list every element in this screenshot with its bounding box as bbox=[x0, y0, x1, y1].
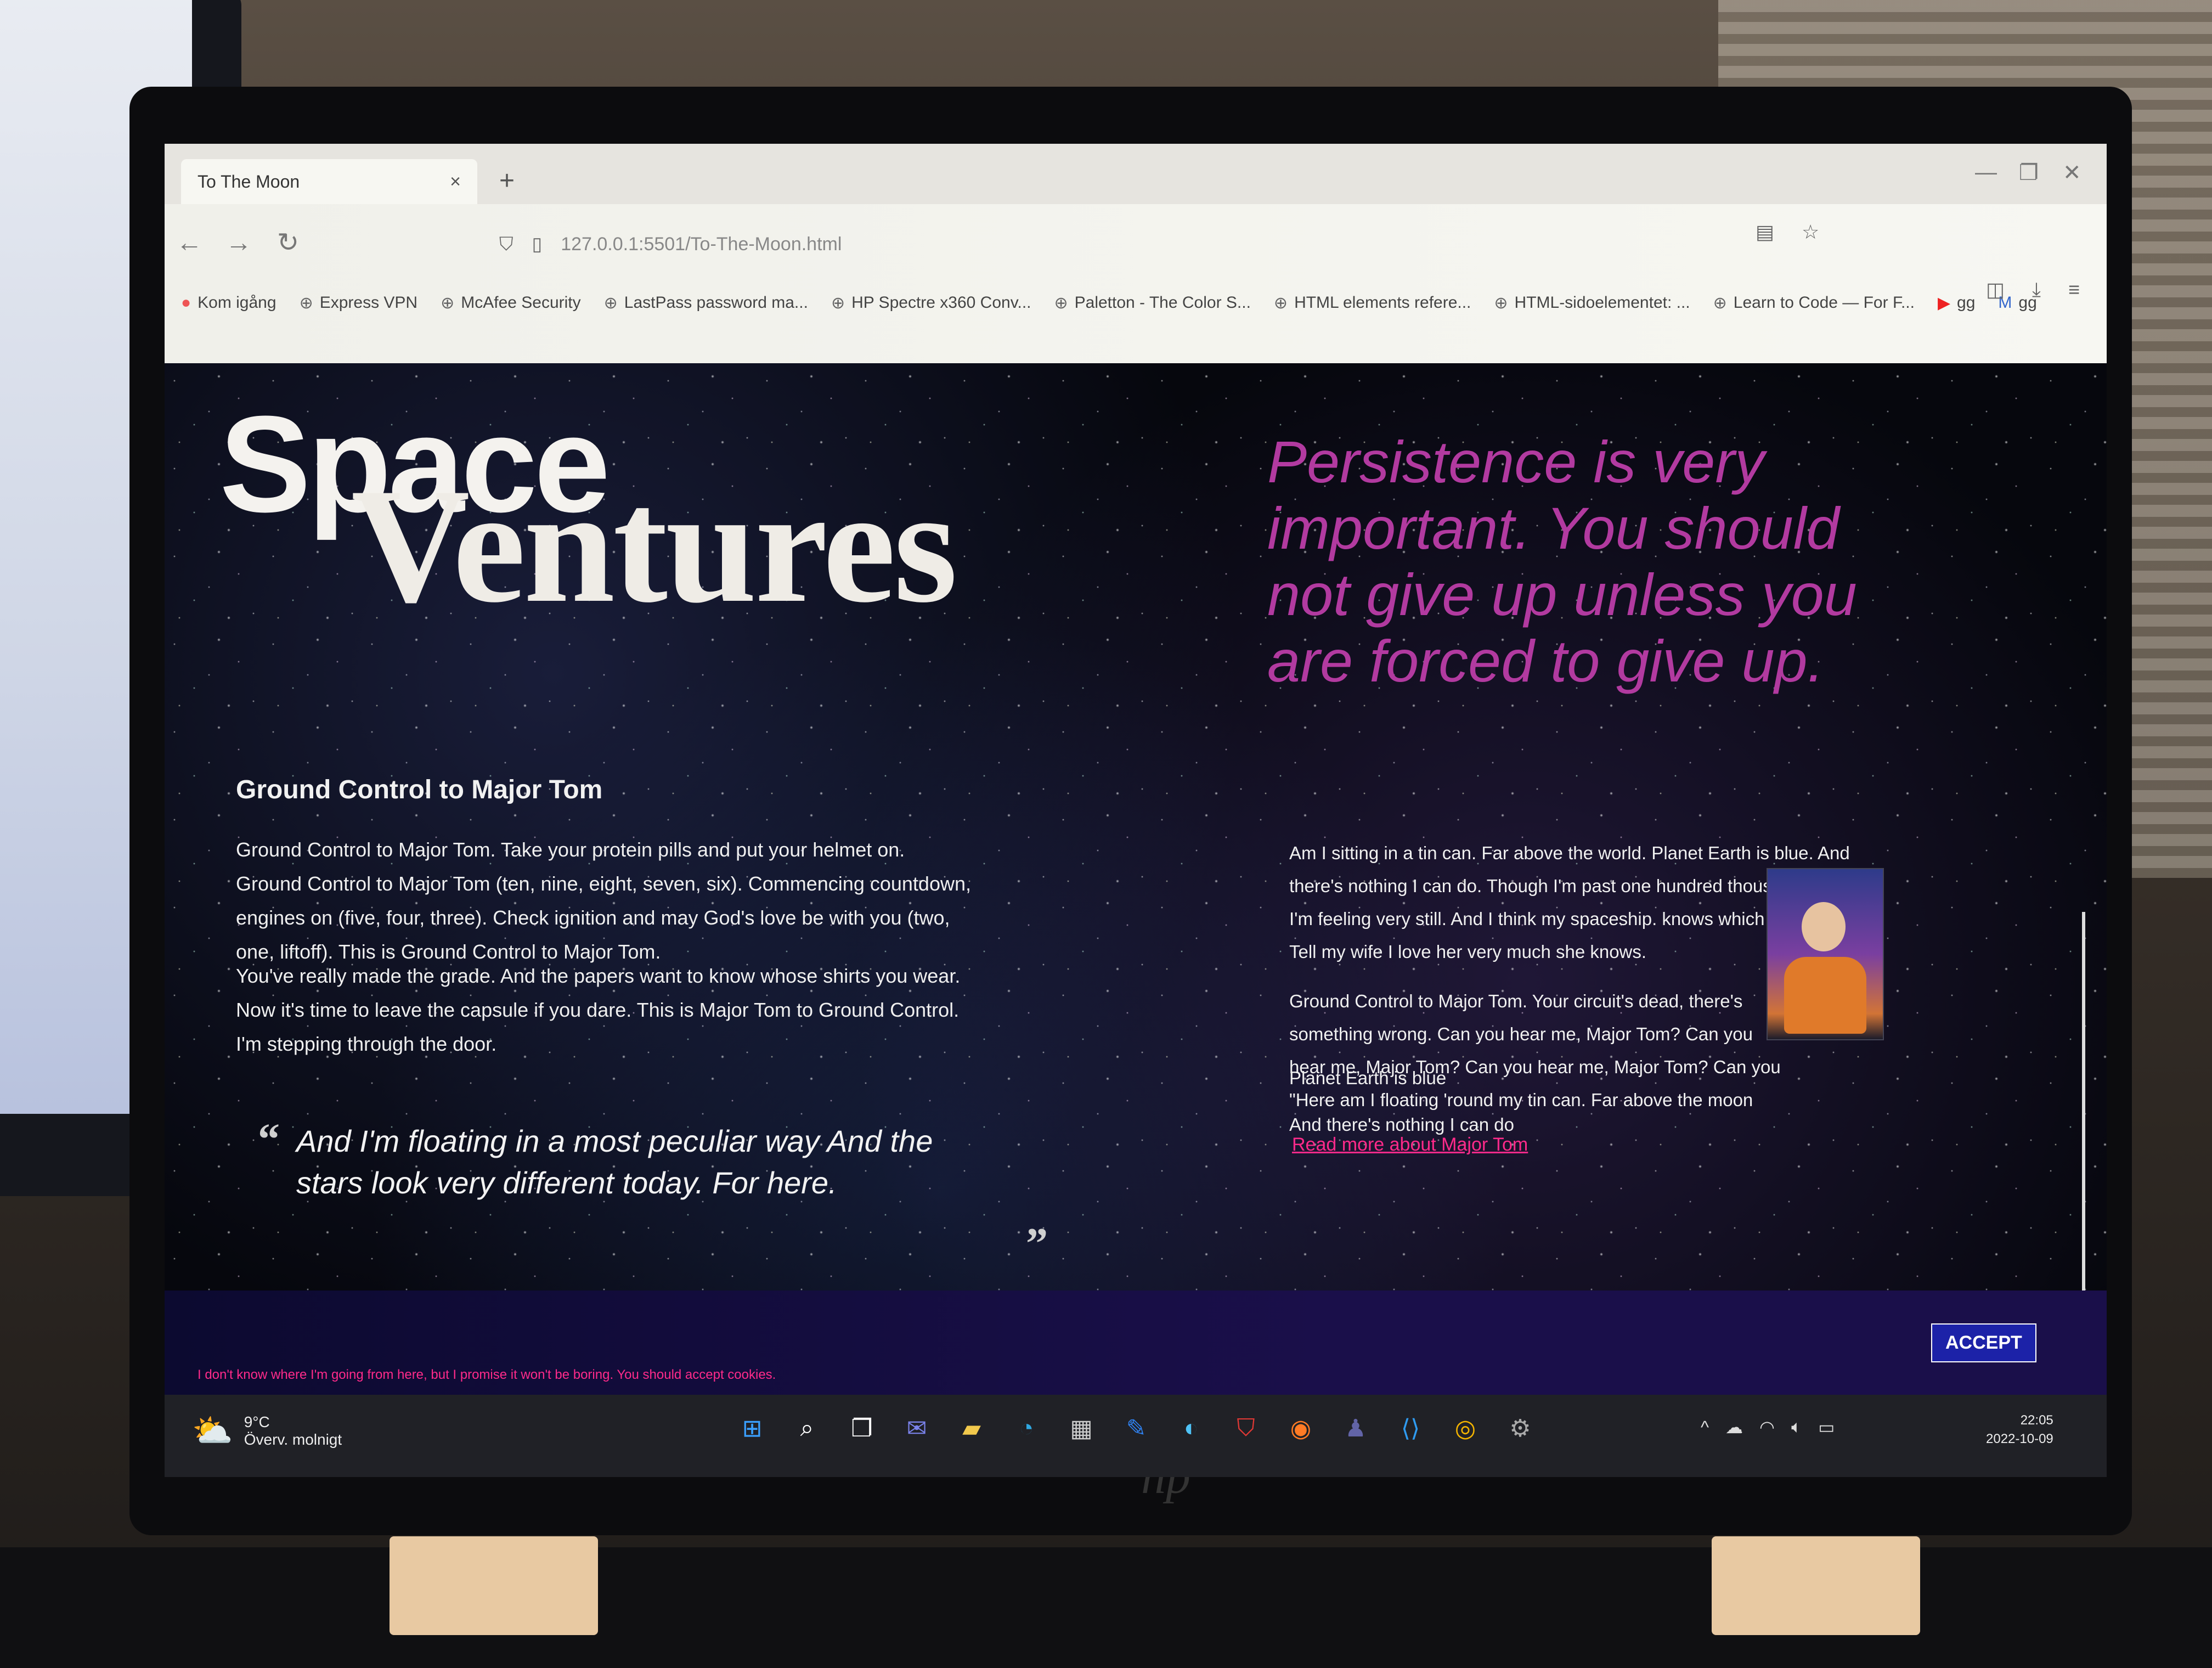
pen-icon[interactable]: ✎ bbox=[1119, 1411, 1153, 1445]
wifi-icon[interactable]: ◠ bbox=[1759, 1417, 1775, 1438]
bookmarks-bar: ● Kom igång ⊕ Express VPN ⊕ McAfee Security… bbox=[181, 281, 2090, 325]
open-quote-icon: “ bbox=[258, 1115, 280, 1164]
back-icon[interactable]: ← bbox=[165, 228, 214, 258]
start-icon[interactable]: ⊞ bbox=[735, 1411, 769, 1445]
mcafee-icon[interactable]: ⛉ bbox=[1229, 1411, 1263, 1445]
chevron-up-icon[interactable]: ^ bbox=[1701, 1417, 1709, 1438]
globe-icon: ⊕ bbox=[603, 294, 618, 312]
page-content: Space Ventures Persistence is very impor… bbox=[165, 363, 2107, 1395]
temperature: 9°C bbox=[244, 1413, 270, 1430]
download-icon[interactable]: ⤓ bbox=[2032, 278, 2041, 302]
restore-icon[interactable]: ❐ bbox=[2019, 160, 2039, 185]
section-heading: Ground Control to Major Tom bbox=[236, 775, 603, 804]
star-icon[interactable]: ☆ bbox=[1802, 221, 1819, 244]
bookmark-item[interactable]: ⊕ HP Spectre x360 Conv... bbox=[831, 294, 1031, 313]
taskbar-apps: ⊞ ⌕ ❐ ✉ ▰ ◔ ▦ ✎ ◐ ⛉ ◉ ♟ ⟨⟩ ◎ ⚙ bbox=[735, 1411, 1537, 1445]
browser-chrome: To The Moon × + — ❐ ✕ ← → ↻ ⛉ ▯ 127.0.0.… bbox=[165, 144, 2107, 364]
tab-active[interactable]: To The Moon × bbox=[181, 159, 477, 204]
globe-icon: ⊕ bbox=[1494, 294, 1508, 312]
time: 22:05 bbox=[2020, 1413, 2053, 1428]
toolbar-right: ◫ ⤓ ≡ bbox=[1986, 278, 2080, 302]
close-window-icon[interactable]: ✕ bbox=[2063, 160, 2081, 185]
chat-icon[interactable]: ✉ bbox=[900, 1411, 934, 1445]
settings-gear-icon[interactable]: ⚙ bbox=[1503, 1411, 1537, 1445]
store-icon[interactable]: ▦ bbox=[1064, 1411, 1098, 1445]
firefox-icon: ● bbox=[181, 294, 191, 312]
reload-icon[interactable]: ↻ bbox=[263, 227, 313, 258]
bookmark-item[interactable]: ▶ gg bbox=[1938, 294, 1975, 313]
minimize-icon[interactable]: — bbox=[1975, 160, 1997, 185]
tab-title: To The Moon bbox=[198, 171, 300, 191]
globe-icon: ⊕ bbox=[299, 294, 313, 312]
youtube-icon: ▶ bbox=[1937, 294, 1951, 312]
volume-icon[interactable]: 🔈︎ bbox=[1791, 1417, 1802, 1438]
globe-icon: ⊕ bbox=[1054, 294, 1068, 312]
globe-icon: ⊕ bbox=[441, 294, 455, 312]
app-icon[interactable]: ◐ bbox=[1174, 1411, 1208, 1445]
chrome-icon[interactable]: ◎ bbox=[1448, 1411, 1482, 1445]
page-icon: ▯ bbox=[532, 234, 543, 255]
accept-cookies-button[interactable]: ACCEPT bbox=[1931, 1323, 2036, 1362]
battery-icon[interactable]: ▭ bbox=[1818, 1417, 1835, 1438]
windows-taskbar: ⛅ 9°C Överv. molnigt ⊞ ⌕ ❐ ✉ ▰ ◔ ▦ ✎ ◐ ⛉… bbox=[165, 1395, 2107, 1477]
astronaut-face bbox=[1802, 902, 1846, 951]
bookmark-item[interactable]: ⊕ HTML elements refere... bbox=[1274, 294, 1471, 313]
date: 2022-10-09 bbox=[1986, 1432, 2053, 1446]
bookmark-item[interactable]: ⊕ Learn to Code — For F... bbox=[1713, 294, 1915, 313]
address-bar[interactable]: ⛉ ▯ 127.0.0.1:5501/To-The-Moon.html bbox=[499, 219, 1761, 269]
tab-close-icon[interactable]: × bbox=[450, 171, 461, 193]
url-tools: ▤ ☆ bbox=[1756, 221, 1819, 244]
lyrics-blockquote: And I'm floating in a most peculiar way … bbox=[296, 1124, 933, 1200]
clock[interactable]: 22:05 2022-10-09 bbox=[1986, 1411, 2053, 1449]
shield-icon: ⛉ bbox=[499, 233, 514, 255]
vscode-icon[interactable]: ⟨⟩ bbox=[1393, 1411, 1427, 1445]
bookmark-item[interactable]: ⊕ LastPass password ma... bbox=[604, 294, 808, 313]
astronaut-suit bbox=[1784, 957, 1866, 1034]
search-icon[interactable]: ⌕ bbox=[790, 1411, 824, 1445]
persistence-quote: Persistence is very important. You shoul… bbox=[1267, 429, 1857, 694]
astronaut-image bbox=[1767, 868, 1884, 1040]
close-quote-icon: ” bbox=[1026, 1220, 1048, 1268]
url-text: 127.0.0.1:5501/To-The-Moon.html bbox=[561, 233, 842, 255]
bookmark-item[interactable]: ⊕ Express VPN bbox=[300, 294, 418, 313]
weather-description: Överv. molnigt bbox=[244, 1430, 342, 1448]
new-tab-button[interactable]: + bbox=[499, 166, 515, 196]
left-paragraph-2: You've really made the grade. And the pa… bbox=[236, 965, 961, 1055]
globe-icon: ⊕ bbox=[1713, 294, 1727, 312]
read-more-link[interactable]: Read more about Major Tom bbox=[1292, 1134, 1528, 1156]
forward-icon[interactable]: → bbox=[214, 228, 263, 258]
right-paragraph-3: Planet Earth is blue bbox=[1289, 1068, 1447, 1088]
bookmark-item[interactable]: ● Kom igång bbox=[181, 294, 276, 312]
right-paragraph-2: Ground Control to Major Tom. Your circui… bbox=[1289, 991, 1781, 1110]
globe-icon: ⊕ bbox=[1273, 294, 1288, 312]
cookie-text: I don't know where I'm going from here, … bbox=[198, 1367, 776, 1382]
firefox-icon[interactable]: ◉ bbox=[1284, 1411, 1318, 1445]
teams-icon[interactable]: ♟ bbox=[1339, 1411, 1373, 1445]
bookmark-item[interactable]: ⊕ McAfee Security bbox=[441, 294, 581, 313]
system-tray: ^ ☁ ◠ 🔈︎ ▭ bbox=[1701, 1417, 1835, 1438]
pocket-icon[interactable]: ◫ bbox=[1986, 278, 2005, 302]
cloud-icon[interactable]: ☁ bbox=[1725, 1417, 1743, 1438]
file-explorer-icon[interactable]: ▰ bbox=[955, 1411, 989, 1445]
task-view-icon[interactable]: ❐ bbox=[845, 1411, 879, 1445]
bookmark-item[interactable]: ⊕ HTML-sidoelementet: ... bbox=[1494, 294, 1690, 313]
hinge-right bbox=[1712, 1536, 1920, 1635]
edge-icon[interactable]: ◔ bbox=[1009, 1411, 1043, 1445]
tab-bar: To The Moon × + — ❐ ✕ bbox=[165, 144, 2107, 204]
hinge-left bbox=[390, 1536, 598, 1635]
bookmark-item[interactable]: ⊕ Paletton - The Color S... bbox=[1054, 294, 1251, 313]
globe-icon: ⊕ bbox=[831, 294, 845, 312]
partly-cloudy-icon: ⛅ bbox=[192, 1412, 233, 1449]
reader-icon[interactable]: ▤ bbox=[1756, 221, 1774, 244]
scrollbar[interactable] bbox=[2082, 912, 2085, 1345]
site-title-ventures: Ventures bbox=[351, 454, 957, 636]
weather-widget[interactable]: ⛅ 9°C Överv. molnigt bbox=[192, 1411, 342, 1450]
left-paragraph-1: Ground Control to Major Tom. Take your p… bbox=[236, 838, 971, 963]
laptop-screen: To The Moon × + — ❐ ✕ ← → ↻ ⛉ ▯ 127.0.0.… bbox=[165, 144, 2107, 1477]
menu-icon[interactable]: ≡ bbox=[2068, 278, 2080, 302]
